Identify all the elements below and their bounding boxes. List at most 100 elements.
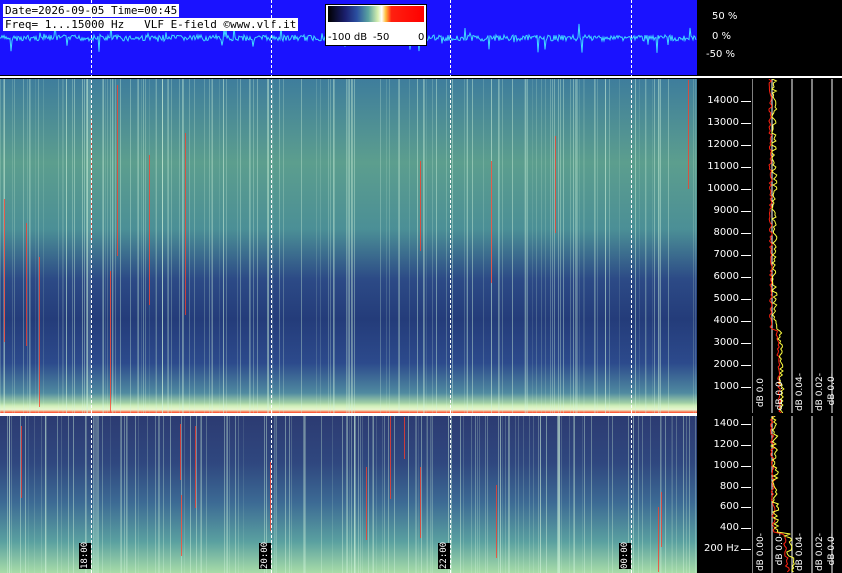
time-label-2200: 22:00 <box>438 541 450 569</box>
spectrogram-streak <box>368 416 369 573</box>
spectrogram-streak <box>224 416 225 573</box>
spectrogram-streak <box>594 79 595 413</box>
spectrogram-streak <box>226 79 227 413</box>
spectrogram-streak <box>432 79 433 413</box>
spectrogram-streak <box>579 79 580 413</box>
spectrogram-streak <box>502 79 503 413</box>
spectrogram-streak <box>483 79 484 413</box>
color-scale-legend: -100 dB -50 0 <box>325 4 427 46</box>
spectrogram-streak <box>46 416 47 573</box>
spectrogram-streak <box>0 79 1 413</box>
spectrogram-streak <box>424 79 425 413</box>
spectrogram-streak <box>499 79 500 413</box>
spectrogram-streak <box>11 416 12 573</box>
spectrogram-streak <box>137 79 138 413</box>
time-gridline-0000 <box>631 0 632 573</box>
spectrogram-streak <box>518 416 519 573</box>
spectrogram-red-streak <box>661 492 662 547</box>
spectrogram-streak <box>209 79 210 413</box>
spectrogram-streak <box>693 79 694 413</box>
spectrogram-red-streak <box>4 199 5 342</box>
spectrogram-low-band <box>0 416 697 573</box>
spectrogram-streak <box>58 79 59 413</box>
spectrogram-red-streak <box>420 467 421 538</box>
spectrogram-streak <box>189 79 190 413</box>
spectrogram-streak <box>560 79 561 413</box>
spectrogram-streak <box>570 79 571 413</box>
spectrogram-streak <box>505 416 506 573</box>
spectrogram-streak <box>57 416 58 573</box>
spectrogram-streak <box>12 79 13 413</box>
spectrogram-streak <box>316 79 317 413</box>
spectrogram-streak <box>227 416 228 573</box>
spectrogram-streak <box>190 416 191 573</box>
spectrogram-red-streak <box>404 417 405 459</box>
spectrogram-streak <box>155 416 156 573</box>
spectrogram-red-streak <box>110 271 111 413</box>
frequency-tick <box>741 167 751 168</box>
spectrogram-high-band <box>0 79 697 413</box>
spectrogram-streak <box>384 416 385 573</box>
color-scale-max: 0 <box>418 32 425 43</box>
spectrogram-streak <box>41 416 42 573</box>
spectrogram-streak <box>683 416 684 573</box>
spectrogram-streak <box>147 416 148 573</box>
spectrogram-streak <box>66 79 67 413</box>
spectrogram-streak <box>546 416 547 573</box>
spectrogram-streak <box>7 416 8 573</box>
spectrogram-red-streak <box>26 223 27 346</box>
spectrogram-streak <box>351 416 352 573</box>
spectrogram-streak <box>279 79 280 413</box>
frequency-tick <box>741 343 751 344</box>
spectrogram-streak <box>253 79 254 413</box>
frequency-label-high: 4000 <box>713 315 739 326</box>
spectrogram-streak <box>14 79 15 413</box>
spectrogram-streak <box>376 416 377 573</box>
spectrogram-streak <box>452 79 453 413</box>
spectrogram-streak <box>472 79 473 413</box>
spectrogram-streak <box>113 79 114 413</box>
spectrogram-streak <box>168 79 169 413</box>
frequency-tick <box>741 101 751 102</box>
spectrogram-streak <box>243 416 244 573</box>
spectrogram-streak <box>196 416 197 573</box>
spectrogram-streak <box>276 416 277 573</box>
time-label-0000: 00:00 <box>619 541 631 569</box>
spectrogram-streak <box>527 79 528 413</box>
spectrogram-streak <box>138 416 139 573</box>
spectrogram-streak <box>289 416 290 573</box>
spectrogram-streak <box>399 79 400 413</box>
spectrogram-streak <box>268 79 269 413</box>
spectrogram-red-streak <box>180 424 181 480</box>
frequency-label-high: 10000 <box>707 183 739 194</box>
spectrogram-streak <box>347 416 348 573</box>
spectrogram-streak <box>219 79 220 413</box>
spectrogram-streak <box>170 416 171 573</box>
spectrogram-streak <box>388 416 389 573</box>
spectrogram-streak <box>561 416 562 573</box>
spectrogram-streak <box>351 79 352 413</box>
spectrogram-streak <box>660 79 661 413</box>
spectrogram-streak <box>212 79 213 413</box>
spectrogram-streak <box>584 79 585 413</box>
spectrogram-streak <box>672 416 673 573</box>
db-label-high-4: dB 0.0- <box>827 373 837 406</box>
spectrogram-streak <box>342 416 343 573</box>
frequency-label-high: 2000 <box>713 359 739 370</box>
spectrogram-streak <box>417 79 418 413</box>
spectrogram-streak <box>432 416 433 573</box>
spectrogram-streak <box>328 79 329 413</box>
db-label-high-3: dB 0.02- <box>815 373 825 412</box>
db-label-low-2: dB 0.04- <box>795 533 805 572</box>
spectrogram-streak <box>330 79 331 413</box>
spectrogram-streak <box>120 79 121 413</box>
spectrogram-streak <box>23 79 24 413</box>
frequency-tick <box>741 145 751 146</box>
spectrogram-streak <box>171 79 172 413</box>
frequency-label-high: 7000 <box>713 249 739 260</box>
spectrogram-streak <box>98 416 99 573</box>
spectrogram-streak <box>135 416 136 573</box>
spectrogram-streak <box>487 416 488 573</box>
spectrogram-streak <box>416 416 417 573</box>
spectrogram-streak <box>573 79 574 413</box>
